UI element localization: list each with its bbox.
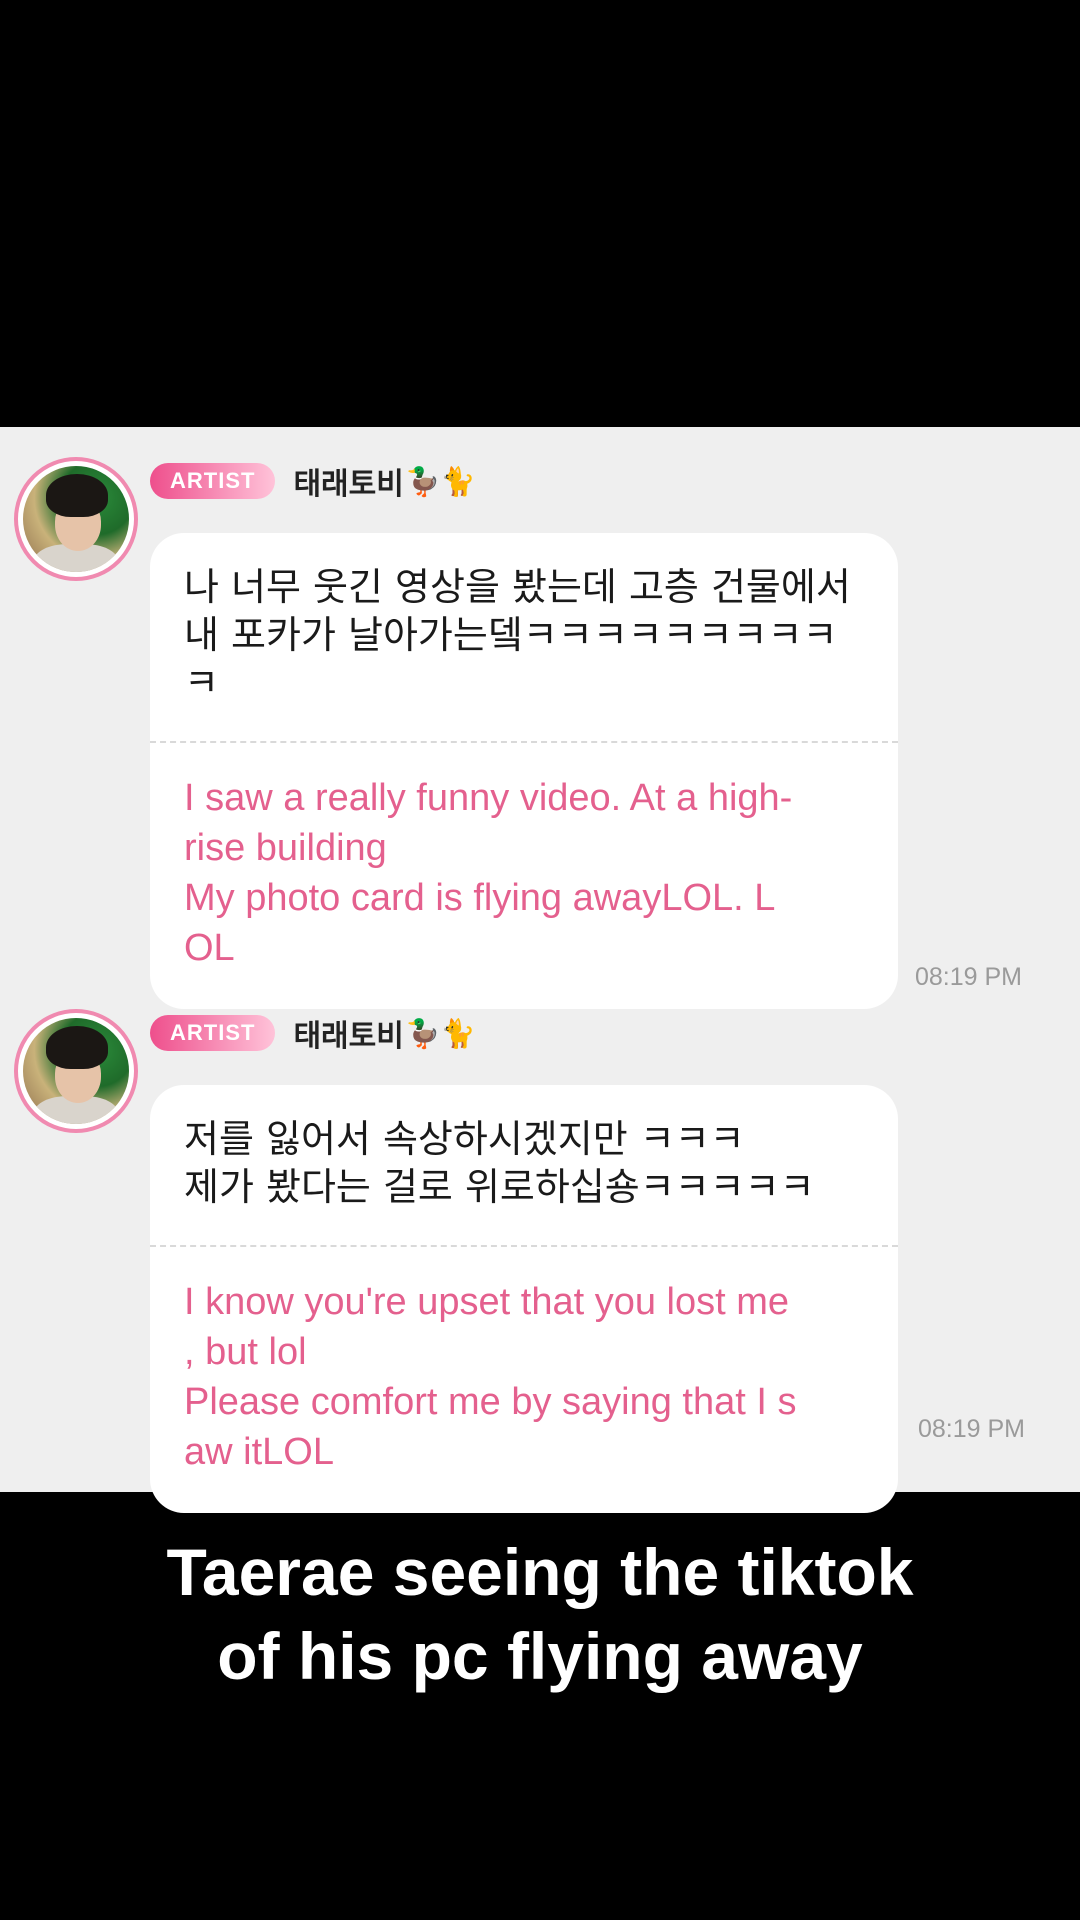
caption-line-1: Taerae seeing the tiktok bbox=[166, 1535, 914, 1609]
message-bubble[interactable]: 저를 잃어서 속상하시겠지만 ㅋㅋㅋ 제가 봤다는 걸로 위로하십숑ㅋㅋㅋㅋㅋ … bbox=[150, 1085, 898, 1513]
message-timestamp: 08:19 PM bbox=[918, 1415, 1026, 1443]
duck-cat-emoji-icon: 🦆🐈 bbox=[405, 465, 476, 497]
original-message-text: 나 너무 웃긴 영상을 봤는데 고층 건물에서 내 포카가 날아가는뎈ㅋㅋㅋㅋㅋ… bbox=[184, 565, 851, 705]
sender-row: ARTIST 태래토비 🦆🐈 bbox=[150, 457, 476, 505]
message-timestamp: 08:19 PM bbox=[915, 963, 1023, 991]
avatar-photo-icon bbox=[23, 466, 129, 572]
caption-line-2: of his pc flying away bbox=[217, 1619, 863, 1693]
top-black-area bbox=[0, 0, 1080, 427]
chat-panel: ARTIST 태래토비 🦆🐈 나 너무 웃긴 영상을 봤는데 고층 건물에서 내… bbox=[0, 427, 1080, 1513]
sender-name: 태래토비 bbox=[293, 468, 404, 501]
translation-divider bbox=[150, 741, 898, 743]
avatar[interactable] bbox=[14, 457, 138, 581]
original-message-text: 저를 잃어서 속상하시겠지만 ㅋㅋㅋ 제가 봤다는 걸로 위로하십숑ㅋㅋㅋㅋㅋ bbox=[184, 1117, 815, 1209]
avatar[interactable] bbox=[14, 1009, 138, 1133]
video-caption: Taerae seeing the tiktok of his pc flyin… bbox=[0, 1530, 1080, 1698]
message-bubble[interactable]: 나 너무 웃긴 영상을 봤는데 고층 건물에서 내 포카가 날아가는뎈ㅋㅋㅋㅋㅋ… bbox=[150, 533, 898, 1009]
sender-name: 태래토비 bbox=[293, 1020, 404, 1053]
sender-row: ARTIST 태래토비 🦆🐈 bbox=[150, 1009, 476, 1057]
translated-message-text: I saw a really funny video. At a high- r… bbox=[184, 777, 793, 969]
artist-badge: ARTIST bbox=[150, 1015, 276, 1051]
translated-message-text: I know you're upset that you lost me , b… bbox=[184, 1281, 797, 1473]
avatar-photo-icon bbox=[23, 1018, 129, 1124]
artist-badge: ARTIST bbox=[150, 463, 276, 499]
duck-cat-emoji-icon: 🦆🐈 bbox=[405, 1017, 476, 1049]
translation-divider bbox=[150, 1245, 898, 1247]
